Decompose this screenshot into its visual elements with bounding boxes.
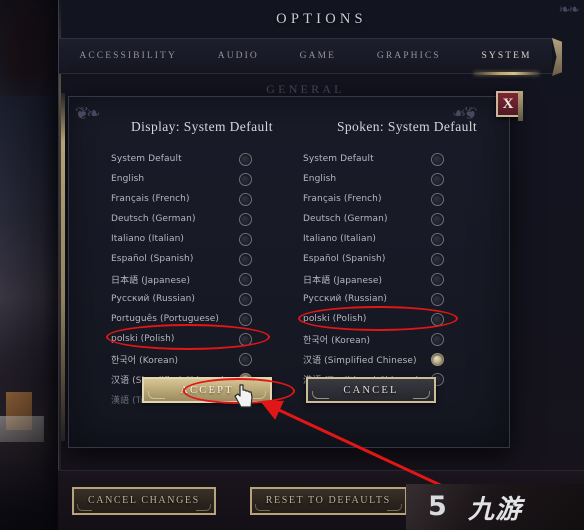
tab-game[interactable]: GAME [279,38,356,74]
tab-system[interactable]: SYSTEM [461,38,552,75]
radio-button[interactable] [431,152,444,166]
language-option-label: Français (French) [111,194,190,204]
language-option-row[interactable]: Español (Spanish) [111,249,301,269]
display-language-list: System Default English Français (French) De… [111,149,301,409]
language-option-label: 汉语 (Simplified Chinese) [303,355,417,366]
language-option-row[interactable]: 汉语 (Simplified Chinese) [303,349,493,369]
radio-button[interactable] [239,332,252,346]
radio-button[interactable] [431,252,444,266]
language-option-row[interactable]: 日本語 (Japanese) [111,269,301,289]
radio-button[interactable] [431,332,444,346]
language-option-row[interactable]: Italiano (Italian) [303,229,493,249]
language-option-row[interactable]: Deutsch (German) [303,209,493,229]
radio-button[interactable] [239,192,252,206]
radio-button[interactable] [239,252,252,266]
language-option-label: Português (Portuguese) [111,314,219,324]
radio-button[interactable] [239,172,252,186]
radio-button[interactable] [431,272,444,286]
cancel-changes-button[interactable]: CANCEL CHANGES [72,486,216,515]
page-title: OPTIONS [276,11,367,27]
language-option-label: Deutsch (German) [111,214,196,224]
language-option-label: Italiano (Italian) [111,234,185,244]
cancel-button[interactable]: CANCEL [306,377,436,403]
language-option-row[interactable]: 日本語 (Japanese) [303,269,493,289]
radio-button-selected[interactable] [431,352,444,366]
language-option-row[interactable]: 한국어 (Korean) [303,329,493,349]
language-option-label: Русский (Russian) [303,294,388,304]
language-option-row[interactable]: Русский (Russian) [111,289,301,309]
spoken-language-list: System Default English Français (French) De… [303,149,493,389]
language-option-label: 한국어 (Korean) [111,355,179,366]
radio-button[interactable] [239,352,252,366]
watermark-overlay: 5 九游 [406,484,584,530]
language-option-row[interactable]: polski (Polish) [303,309,493,329]
accept-button[interactable]: ACCEPT [142,377,272,403]
radio-button[interactable] [239,212,252,226]
reset-to-defaults-button[interactable]: RESET TO DEFAULTS [249,486,407,515]
radio-button[interactable] [239,232,252,246]
watermark-glare [406,484,584,530]
language-option-row[interactable]: English [111,169,301,189]
radio-button[interactable] [239,152,252,166]
dialog-corner-ornament-icon: ❦❧ [75,104,101,123]
radio-button[interactable] [239,292,252,306]
language-option-label: 日本語 (Japanese) [111,275,191,286]
language-option-row[interactable]: Français (French) [303,189,493,209]
radio-button[interactable] [239,272,252,286]
language-option-row[interactable]: polski (Polish) [111,329,301,349]
game-options-screen: ❧❧ OPTIONS ACCESSIBILITY AUDIO GAME GRAP… [0,0,584,530]
dialog-actions: ACCEPT CANCEL [69,377,509,403]
radio-button[interactable] [431,312,444,326]
radio-button[interactable] [431,212,444,226]
language-option-row[interactable]: System Default [111,149,301,169]
language-option-label: 日本語 (Japanese) [303,275,383,286]
spoken-column-header: Spoken: System Default [337,119,478,134]
tab-bar: ACCESSIBILITY AUDIO GAME GRAPHICS SYSTEM [59,38,552,75]
language-option-row[interactable]: Español (Spanish) [303,249,493,269]
language-option-row[interactable]: English [303,169,493,189]
language-option-label: System Default [111,154,182,164]
radio-button[interactable] [239,312,252,326]
language-option-label: System Default [303,154,374,164]
tab-accessibility[interactable]: ACCESSIBILITY [59,38,197,74]
language-option-row[interactable]: System Default [303,149,493,169]
language-option-label: polski (Polish) [303,314,367,324]
language-option-row[interactable]: 한국어 (Korean) [111,349,301,369]
display-column-header: Display: System Default [131,119,273,134]
language-option-label: English [303,174,337,184]
language-option-row[interactable]: Italiano (Italian) [111,229,301,249]
language-option-row[interactable]: Deutsch (German) [111,209,301,229]
language-option-label: Español (Spanish) [111,254,194,264]
language-option-label: Русский (Russian) [111,294,196,304]
language-dialog: ❦❧ ❦❧ Display: System Default Spoken: Sy… [61,93,510,448]
radio-button[interactable] [431,172,444,186]
language-option-label: Italiano (Italian) [303,234,377,244]
language-option-label: English [111,174,145,184]
language-option-row[interactable]: Русский (Russian) [303,289,493,309]
language-option-label: polski (Polish) [111,334,175,344]
language-option-row[interactable]: Português (Portuguese) [111,309,301,329]
language-option-label: Français (French) [303,194,382,204]
dialog-left-edge [61,93,65,441]
radio-button[interactable] [431,192,444,206]
language-option-label: Deutsch (German) [303,214,388,224]
section-heading: GENERAL [266,82,345,96]
close-icon[interactable]: X [496,91,523,121]
radio-button[interactable] [431,292,444,306]
language-option-row[interactable]: Français (French) [111,189,301,209]
tab-graphics[interactable]: GRAPHICS [356,38,461,74]
language-option-label: Español (Spanish) [303,254,386,264]
radio-button[interactable] [431,232,444,246]
tab-audio[interactable]: AUDIO [197,38,279,74]
language-option-label: 한국어 (Korean) [303,335,371,346]
